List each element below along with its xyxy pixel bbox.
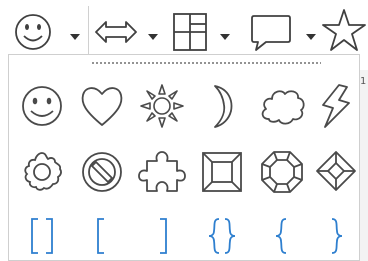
chevron-down-icon [220,34,230,40]
no-symbol-icon[interactable] [77,147,127,197]
sun-icon[interactable] [137,81,187,131]
layout-grid-icon [173,13,207,51]
ruler-marker: 1 [360,76,367,87]
right-bracket-icon[interactable] [137,213,187,259]
left-brace-icon[interactable] [257,213,307,259]
chevron-down-icon [70,34,80,40]
shapes-gallery-popup [8,54,360,261]
toolbar-separator [88,6,89,58]
left-right-arrow-icon [95,21,137,43]
smiley-face-dropdown-arrow[interactable] [66,4,84,60]
gallery-resize-grip[interactable] [91,61,321,65]
heart-icon[interactable] [77,81,127,131]
layout-dropdown-arrow[interactable] [216,4,234,60]
smiley-face-button[interactable] [10,4,56,60]
double-arrow-dropdown-arrow[interactable] [144,4,162,60]
callout-dropdown-arrow[interactable] [302,4,320,60]
cloud-icon[interactable] [257,81,307,131]
double-arrow-button[interactable] [92,4,140,60]
octagon-icon[interactable] [257,147,307,197]
left-bracket-icon[interactable] [77,213,127,259]
right-brace-icon[interactable] [313,213,359,259]
double-brace-icon[interactable] [197,213,247,259]
chevron-down-icon [306,34,316,40]
smiley-face-icon[interactable] [17,81,67,131]
double-bracket-icon[interactable] [17,213,67,259]
bevel-frame-icon[interactable] [197,147,247,197]
puzzle-piece-icon[interactable] [137,147,187,197]
layout-button[interactable] [170,4,210,60]
star-icon [322,9,366,51]
ruler-edge: 1 [359,70,368,261]
flower-icon[interactable] [17,147,67,197]
star-button[interactable] [322,4,368,60]
moon-icon[interactable] [197,81,247,131]
lightning-bolt-icon[interactable] [313,81,359,131]
smiley-face-icon [15,14,51,50]
chevron-down-icon [148,34,158,40]
speech-bubble-icon [251,15,291,51]
callout-button[interactable] [246,4,294,60]
diamond-icon[interactable] [313,147,359,197]
